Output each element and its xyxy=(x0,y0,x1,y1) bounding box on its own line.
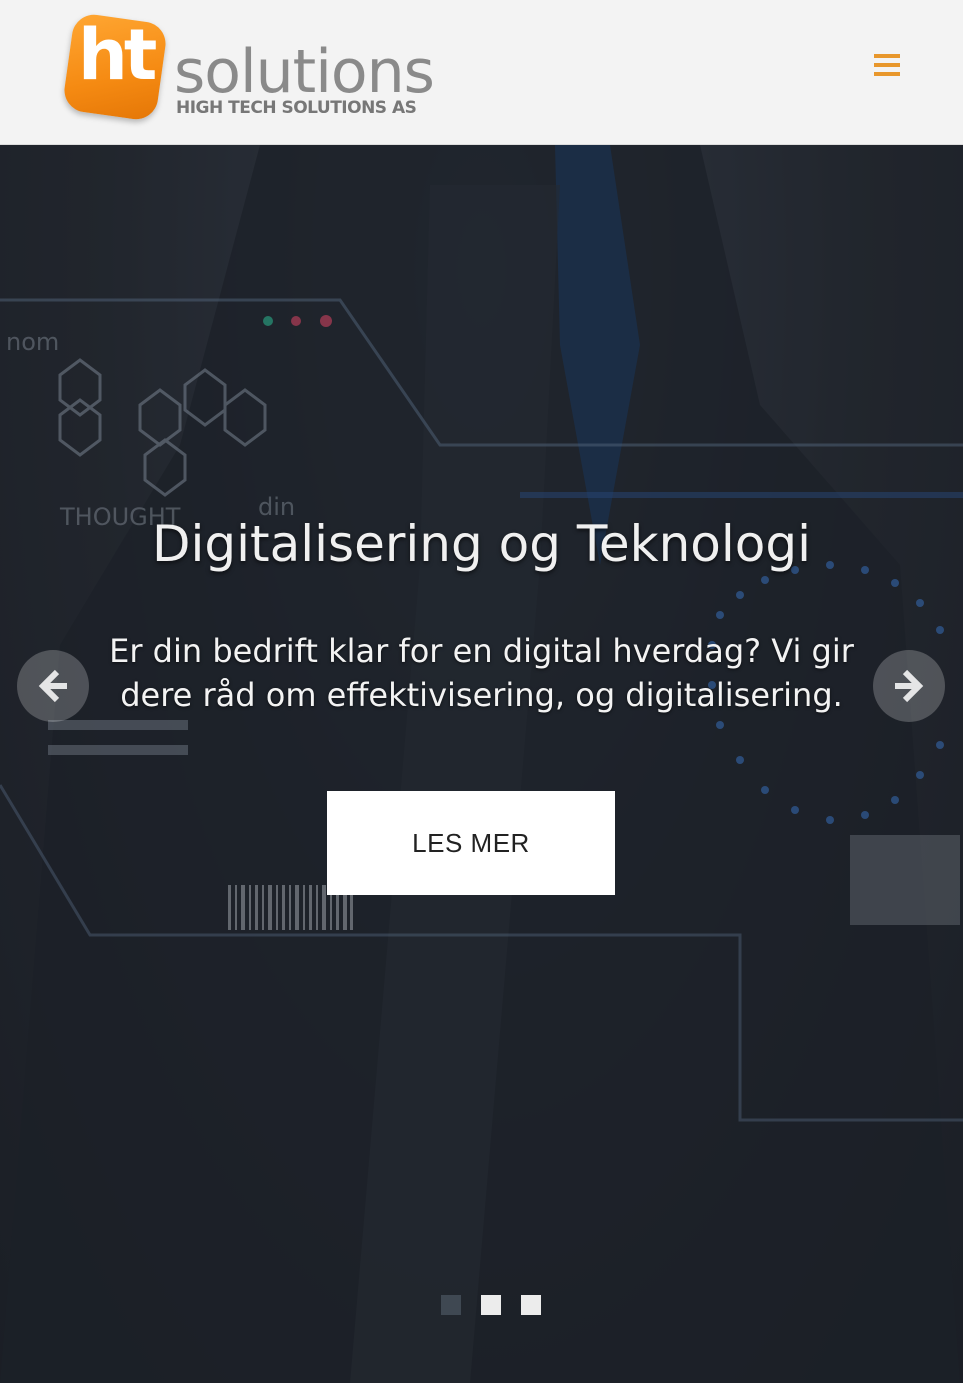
slider-prev-button[interactable] xyxy=(17,650,89,722)
hero-overlay xyxy=(0,145,963,1383)
hero-slider: nom THOUGHT din Digitalisering og Teknol… xyxy=(0,145,963,1383)
menu-bar xyxy=(874,63,900,67)
logo-wordmark: solutions xyxy=(174,37,435,107)
hero-title: Digitalisering og Teknologi xyxy=(151,515,811,573)
arrow-right-icon xyxy=(895,669,924,703)
logo-tagline: HIGH TECH SOLUTIONS AS xyxy=(176,98,417,118)
arrow-left-icon xyxy=(38,669,67,703)
site-header: ht solutions HIGH TECH SOLUTIONS AS xyxy=(0,0,963,145)
slide-dot-2[interactable] xyxy=(481,1295,501,1315)
les-mer-button[interactable]: LES MER xyxy=(327,791,615,895)
slider-next-button[interactable] xyxy=(873,650,945,722)
hero-text: Er din bedrift klar for en digital hverd… xyxy=(109,632,854,714)
logo[interactable]: ht solutions HIGH TECH SOLUTIONS AS xyxy=(61,11,444,124)
menu-bar xyxy=(874,54,900,58)
hamburger-menu-icon[interactable] xyxy=(874,54,904,80)
menu-bar xyxy=(874,72,900,76)
slide-dot-1-active[interactable] xyxy=(441,1295,461,1315)
logo-badge-text: ht xyxy=(78,14,157,96)
slide-dot-3[interactable] xyxy=(521,1295,541,1315)
